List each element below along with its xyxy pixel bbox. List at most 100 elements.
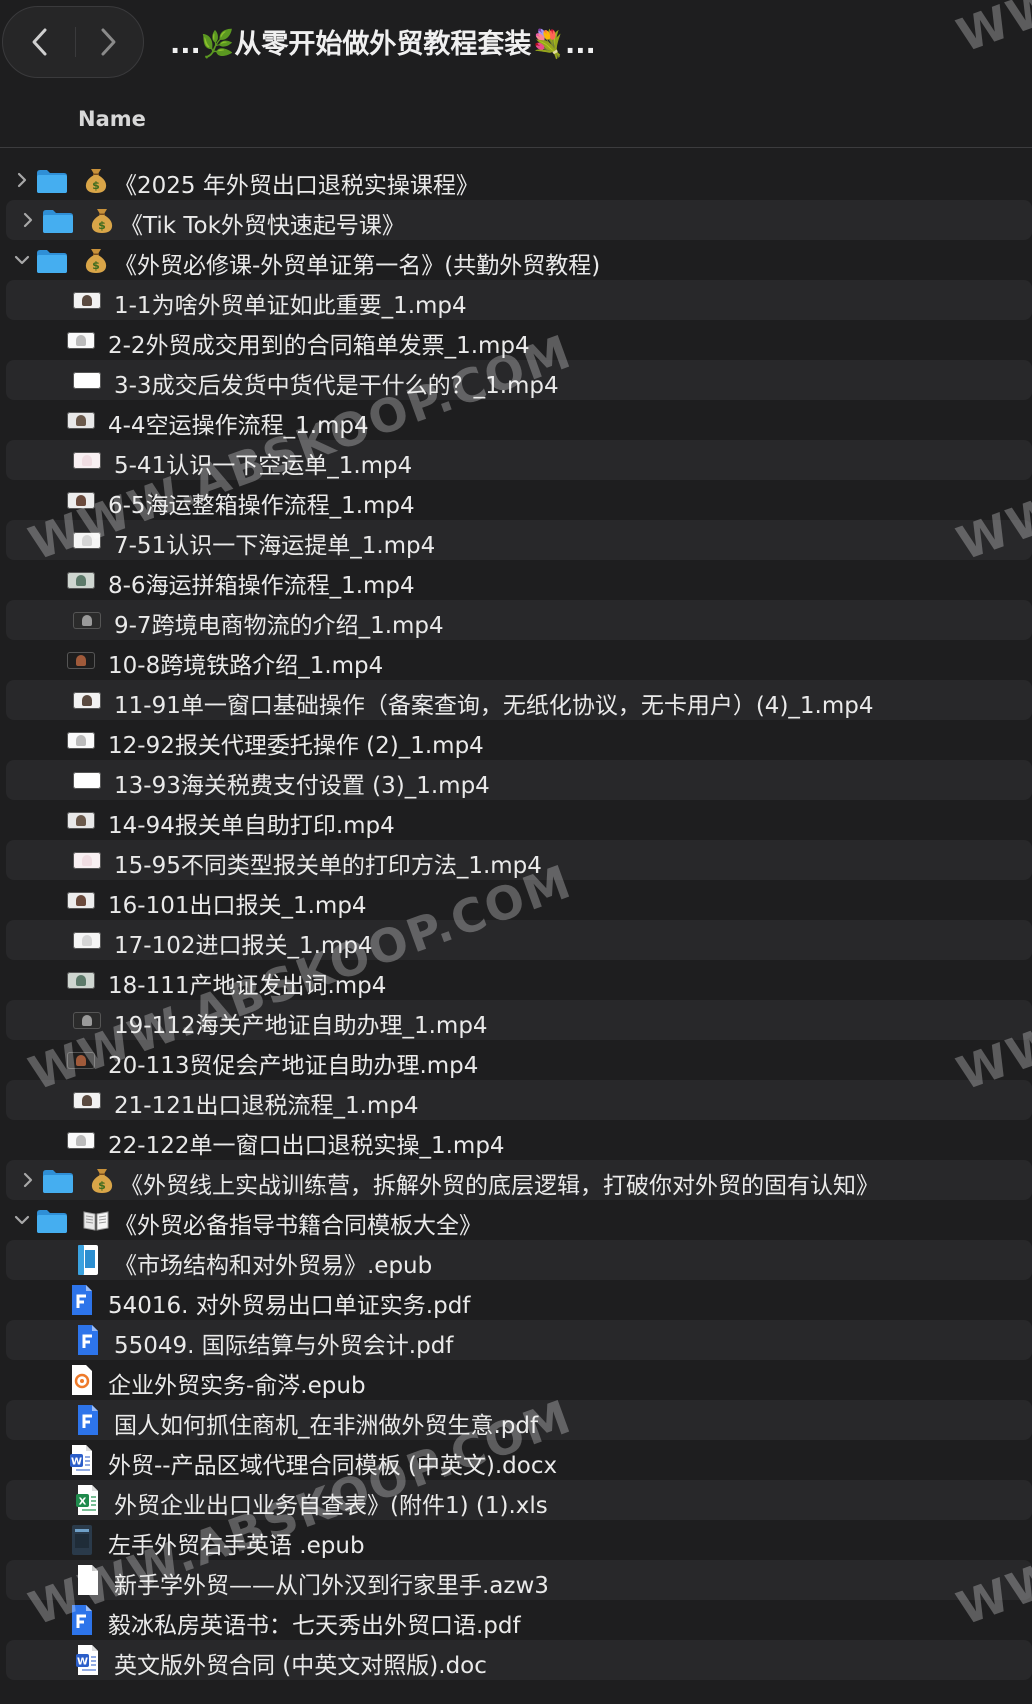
disclosure-collapsed-icon[interactable] <box>18 210 38 230</box>
file-row[interactable]: W 外贸--产品区域代理合同模板 (中英文).docx <box>0 1440 1032 1480</box>
money-bag-icon: $ <box>91 1169 113 1193</box>
row-label: 12-92报关代理委托操作 (2)_1.mp4 <box>108 733 484 759</box>
row-label: 《外贸线上实战训练营，拆解外贸的底层逻辑，打破你对外贸的固有认知》 <box>120 1173 879 1199</box>
folder-icon <box>37 170 67 193</box>
column-header[interactable]: Name <box>0 96 1032 148</box>
pdf-document-icon <box>72 1605 92 1635</box>
file-row[interactable]: 17-102进口报关_1.mp4 <box>6 920 1032 960</box>
video-thumbnail-icon <box>67 732 95 749</box>
file-row[interactable]: X 外贸企业出口业务自查表》(附件1) (1).xls <box>6 1480 1032 1520</box>
video-thumbnail-icon <box>67 572 95 589</box>
chevron-right-icon <box>101 28 116 56</box>
folder-row[interactable]: $ 《外贸线上实战训练营，拆解外贸的底层逻辑，打破你对外贸的固有认知》 <box>6 1160 1032 1200</box>
file-row[interactable]: 《市场结构和对外贸易》.epub <box>6 1240 1032 1280</box>
svg-text:$: $ <box>98 219 106 232</box>
file-row[interactable]: 13-93海关税费支付设置 (3)_1.mp4 <box>6 760 1032 800</box>
pdf-document-icon <box>72 1285 92 1315</box>
video-thumbnail-icon <box>67 1132 95 1149</box>
row-label: 55049. 国际结算与外贸会计.pdf <box>114 1333 454 1359</box>
video-thumbnail-icon <box>73 372 101 389</box>
video-thumbnail-icon <box>73 612 101 629</box>
file-row[interactable]: 55049. 国际结算与外贸会计.pdf <box>6 1320 1032 1360</box>
folder-icon <box>37 1210 67 1233</box>
folder-row[interactable]: $ 《Tik Tok外贸快速起号课》 <box>6 200 1032 240</box>
disclosure-expanded-icon[interactable] <box>12 1210 32 1230</box>
epub-document-icon <box>72 1525 92 1555</box>
file-row[interactable]: 20-113贸促会产地证自助办理.mp4 <box>0 1040 1032 1080</box>
row-label: 16-101出口报关_1.mp4 <box>108 893 367 919</box>
svg-text:$: $ <box>92 179 100 192</box>
money-bag-icon: $ <box>85 249 107 273</box>
video-thumbnail-icon <box>73 292 101 309</box>
row-label: 6-5海运整箱操作流程_1.mp4 <box>108 493 415 519</box>
file-row[interactable]: 14-94报关单自助打印.mp4 <box>0 800 1032 840</box>
window-title: ...🌿从零开始做外贸教程套装💐... <box>170 29 596 60</box>
row-label: 外贸--产品区域代理合同模板 (中英文).docx <box>108 1453 558 1479</box>
svg-text:W: W <box>71 1457 82 1468</box>
file-row[interactable]: 18-111产地证发出词.mp4 <box>0 960 1032 1000</box>
file-list: $ 《2025 年外贸出口退税实操课程》 $ 《Tik Tok外贸快速起号课》 $ 《外贸… <box>0 160 1032 1680</box>
file-row[interactable]: 10-8跨境铁路介绍_1.mp4 <box>0 640 1032 680</box>
file-row[interactable]: 新手学外贸——从门外汉到行家里手.azw3 <box>6 1560 1032 1600</box>
row-label: 5-41认识一下空运单_1.mp4 <box>114 453 413 479</box>
file-row[interactable]: 21-121出口退税流程_1.mp4 <box>6 1080 1032 1120</box>
row-label: 英文版外贸合同 (中英文对照版).doc <box>114 1653 487 1679</box>
row-label: 1-1为啥外贸单证如此重要_1.mp4 <box>114 293 467 319</box>
row-label: 8-6海运拼箱操作流程_1.mp4 <box>108 573 415 599</box>
disclosure-collapsed-icon[interactable] <box>12 170 32 190</box>
azw-document-icon <box>78 1565 98 1595</box>
video-thumbnail-icon <box>67 492 95 509</box>
svg-text:$: $ <box>98 1179 106 1192</box>
file-row[interactable]: 19-112海关产地证自助办理_1.mp4 <box>6 1000 1032 1040</box>
file-row[interactable]: 1-1为啥外贸单证如此重要_1.mp4 <box>6 280 1032 320</box>
back-button[interactable] <box>5 7 75 77</box>
row-label: 《2025 年外贸出口退税实操课程》 <box>114 173 479 199</box>
file-row[interactable]: 3-3成交后发货中货代是干什么的？_1.mp4 <box>6 360 1032 400</box>
row-label: 19-112海关产地证自助办理_1.mp4 <box>114 1013 488 1039</box>
money-bag-icon: $ <box>85 169 107 193</box>
file-row[interactable]: 国人如何抓住商机_在非洲做外贸生意.pdf <box>6 1400 1032 1440</box>
folder-row[interactable]: $ 《2025 年外贸出口退税实操课程》 <box>0 160 1032 200</box>
file-row[interactable]: 11-91单一窗口基础操作（备案查询，无纸化协议，无卡用户）(4)_1.mp4 <box>6 680 1032 720</box>
folder-row[interactable]: $ 《外贸必修课-外贸单证第一名》(共勤外贸教程) <box>0 240 1032 280</box>
row-label: 企业外贸实务-俞涔.epub <box>108 1373 366 1399</box>
folder-row[interactable]: 《外贸必备指导书籍合同模板大全》 <box>0 1200 1032 1240</box>
file-row[interactable]: 企业外贸实务-俞涔.epub <box>0 1360 1032 1400</box>
file-row[interactable]: 左手外贸右手英语 .epub <box>0 1520 1032 1560</box>
file-row[interactable]: 5-41认识一下空运单_1.mp4 <box>6 440 1032 480</box>
excel-document-icon: X <box>76 1485 98 1515</box>
folder-icon <box>37 250 67 273</box>
chevron-left-icon <box>32 28 47 56</box>
file-row[interactable]: 16-101出口报关_1.mp4 <box>0 880 1032 920</box>
disclosure-expanded-icon[interactable] <box>12 250 32 270</box>
video-thumbnail-icon <box>67 412 95 429</box>
row-label: 毅冰私房英语书：七天秀出外贸口语.pdf <box>108 1613 521 1639</box>
file-row[interactable]: 8-6海运拼箱操作流程_1.mp4 <box>0 560 1032 600</box>
video-thumbnail-icon <box>73 692 101 709</box>
video-thumbnail-icon <box>67 652 95 669</box>
svg-text:X: X <box>79 1497 87 1508</box>
money-bag-icon: $ <box>91 209 113 233</box>
disclosure-collapsed-icon[interactable] <box>18 1170 38 1190</box>
row-label: 21-121出口退税流程_1.mp4 <box>114 1093 419 1119</box>
row-label: 国人如何抓住商机_在非洲做外贸生意.pdf <box>114 1413 539 1439</box>
file-row[interactable]: 22-122单一窗口出口退税实操_1.mp4 <box>0 1120 1032 1160</box>
file-row[interactable]: 15-95不同类型报关单的打印方法_1.mp4 <box>6 840 1032 880</box>
forward-button[interactable] <box>73 7 143 77</box>
file-row[interactable]: 4-4空运操作流程_1.mp4 <box>0 400 1032 440</box>
row-label: 18-111产地证发出词.mp4 <box>108 973 387 999</box>
file-row[interactable]: 9-7跨境电商物流的介绍_1.mp4 <box>6 600 1032 640</box>
file-row[interactable]: 6-5海运整箱操作流程_1.mp4 <box>0 480 1032 520</box>
file-row[interactable]: 54016. 对外贸易出口单证实务.pdf <box>0 1280 1032 1320</box>
file-row[interactable]: 12-92报关代理委托操作 (2)_1.mp4 <box>0 720 1032 760</box>
row-label: 54016. 对外贸易出口单证实务.pdf <box>108 1293 471 1319</box>
row-label: 《外贸必备指导书籍合同模板大全》 <box>114 1213 482 1239</box>
file-row[interactable]: 2-2外贸成交用到的合同箱单发票_1.mp4 <box>0 320 1032 360</box>
video-thumbnail-icon <box>67 332 95 349</box>
name-column-header[interactable]: Name <box>78 107 146 131</box>
file-row[interactable]: W 英文版外贸合同 (中英文对照版).doc <box>6 1640 1032 1680</box>
video-thumbnail-icon <box>73 532 101 549</box>
file-row[interactable]: 毅冰私房英语书：七天秀出外贸口语.pdf <box>0 1600 1032 1640</box>
file-row[interactable]: 7-51认识一下海运提单_1.mp4 <box>6 520 1032 560</box>
video-thumbnail-icon <box>73 1012 101 1029</box>
